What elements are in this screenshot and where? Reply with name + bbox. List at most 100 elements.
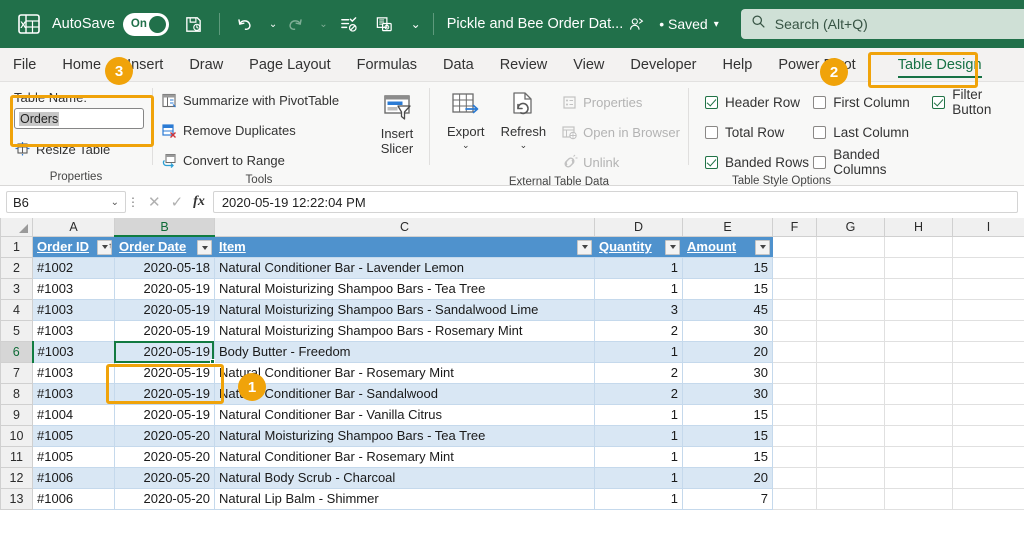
row-header-5[interactable]: 5 (0, 319, 33, 342)
cell-d5[interactable]: 2 (594, 320, 683, 342)
cell-c13[interactable]: Natural Lip Balm - Shimmer (214, 488, 595, 510)
empty-cell-f1[interactable] (772, 236, 817, 258)
checkbox-banded-columns[interactable]: Banded Columns (813, 147, 932, 177)
row-header-3[interactable]: 3 (0, 277, 33, 300)
empty-cell-h10[interactable] (884, 425, 953, 447)
empty-cell-i13[interactable] (952, 488, 1024, 510)
empty-cell-h11[interactable] (884, 446, 953, 468)
save-icon[interactable] (179, 9, 209, 39)
column-header-e[interactable]: E (682, 218, 773, 237)
refresh-dropdown-icon[interactable]: ⌄ (520, 140, 528, 149)
cell-d8[interactable]: 2 (594, 383, 683, 405)
autosave-toggle[interactable]: On (122, 12, 169, 36)
cell-a6[interactable]: #1003 (32, 341, 115, 363)
empty-cell-i9[interactable] (952, 404, 1024, 426)
checkbox-last-column[interactable]: Last Column (813, 121, 932, 143)
tab-table-design[interactable]: Table Design (885, 48, 995, 81)
empty-cell-i1[interactable] (952, 236, 1024, 258)
cell-b5[interactable]: 2020-05-19 (114, 320, 215, 342)
document-title[interactable]: Pickle and Bee Order Dat... (447, 16, 624, 32)
cell-e9[interactable]: 15 (682, 404, 773, 426)
column-header-b[interactable]: B (114, 218, 215, 237)
empty-cell-h8[interactable] (884, 383, 953, 405)
column-header-h[interactable]: H (884, 218, 953, 237)
empty-cell-i2[interactable] (952, 257, 1024, 279)
cell-e10[interactable]: 15 (682, 425, 773, 447)
empty-cell-h5[interactable] (884, 320, 953, 342)
cell-e6[interactable]: 20 (682, 341, 773, 363)
empty-cell-f12[interactable] (772, 467, 817, 489)
table-header-amount[interactable]: Amount (682, 236, 773, 258)
cell-a13[interactable]: #1006 (32, 488, 115, 510)
empty-cell-f10[interactable] (772, 425, 817, 447)
column-header-a[interactable]: A (32, 218, 115, 237)
empty-cell-f5[interactable] (772, 320, 817, 342)
empty-cell-h2[interactable] (884, 257, 953, 279)
select-all-corner[interactable] (0, 218, 33, 237)
person-share-icon[interactable] (626, 9, 646, 39)
tab-file[interactable]: File (0, 48, 49, 81)
checkbox-first-column[interactable]: First Column (813, 91, 932, 113)
cell-c7[interactable]: Natural Conditioner Bar - Rosemary Mint (214, 362, 595, 384)
row-header-10[interactable]: 10 (0, 424, 33, 447)
cell-a12[interactable]: #1006 (32, 467, 115, 489)
filter-button-order-date-icon[interactable] (197, 240, 212, 255)
name-box-dropdown-icon[interactable]: ⌄ (111, 197, 119, 208)
column-header-g[interactable]: G (816, 218, 885, 237)
tab-data[interactable]: Data (430, 48, 487, 81)
resize-table-button[interactable]: Resize Table (14, 138, 110, 161)
empty-cell-h3[interactable] (884, 278, 953, 300)
empty-cell-i8[interactable] (952, 383, 1024, 405)
cell-d12[interactable]: 1 (594, 467, 683, 489)
cell-b12[interactable]: 2020-05-20 (114, 467, 215, 489)
cell-d11[interactable]: 1 (594, 446, 683, 468)
empty-cell-g4[interactable] (816, 299, 885, 321)
more-chevron-icon[interactable]: ⌄ (411, 17, 421, 31)
undo-dropdown-icon[interactable]: ⌄ (269, 19, 277, 30)
row-header-9[interactable]: 9 (0, 403, 33, 426)
tab-help[interactable]: Help (710, 48, 766, 81)
filter-button-quantity-icon[interactable] (665, 239, 680, 255)
empty-cell-f11[interactable] (772, 446, 817, 468)
row-header-2[interactable]: 2 (0, 256, 33, 279)
name-box[interactable]: B6 ⌄ (6, 191, 126, 213)
cell-e11[interactable]: 15 (682, 446, 773, 468)
cell-c11[interactable]: Natural Conditioner Bar - Rosemary Mint (214, 446, 595, 468)
cell-c3[interactable]: Natural Moisturizing Shampoo Bars - Tea … (214, 278, 595, 300)
cell-d10[interactable]: 1 (594, 425, 683, 447)
cell-d2[interactable]: 1 (594, 257, 683, 279)
camera-icon[interactable] (370, 9, 400, 39)
empty-cell-g8[interactable] (816, 383, 885, 405)
row-header-12[interactable]: 12 (0, 466, 33, 489)
row-header-11[interactable]: 11 (0, 445, 33, 468)
empty-cell-f3[interactable] (772, 278, 817, 300)
checkbox-filter-button[interactable]: Filter Button (932, 87, 1016, 117)
table-header-order-id[interactable]: Order ID ↑ (32, 236, 115, 258)
table-header-item[interactable]: Item (214, 236, 595, 258)
column-header-c[interactable]: C (214, 218, 595, 237)
empty-cell-g1[interactable] (816, 236, 885, 258)
empty-cell-i7[interactable] (952, 362, 1024, 384)
empty-cell-f9[interactable] (772, 404, 817, 426)
cell-d7[interactable]: 2 (594, 362, 683, 384)
cancel-x-icon[interactable]: ✕ (148, 193, 161, 211)
cell-c5[interactable]: Natural Moisturizing Shampoo Bars - Rose… (214, 320, 595, 342)
cell-c10[interactable]: Natural Moisturizing Shampoo Bars - Tea … (214, 425, 595, 447)
column-header-f[interactable]: F (772, 218, 817, 237)
cell-d4[interactable]: 3 (594, 299, 683, 321)
cell-e12[interactable]: 20 (682, 467, 773, 489)
row-header-4[interactable]: 4 (0, 298, 33, 321)
convert-to-range-button[interactable]: Convert to Range (161, 149, 285, 172)
tab-page-layout[interactable]: Page Layout (236, 48, 343, 81)
tab-review[interactable]: Review (487, 48, 561, 81)
cell-d6[interactable]: 1 (594, 341, 683, 363)
empty-cell-f6[interactable] (772, 341, 817, 363)
empty-cell-g6[interactable] (816, 341, 885, 363)
tab-power-pivot[interactable]: Power Pivot (765, 48, 868, 81)
empty-cell-i12[interactable] (952, 467, 1024, 489)
cell-b9[interactable]: 2020-05-19 (114, 404, 215, 426)
cell-b11[interactable]: 2020-05-20 (114, 446, 215, 468)
remove-duplicates-button[interactable]: Remove Duplicates (161, 119, 296, 142)
empty-cell-g9[interactable] (816, 404, 885, 426)
cell-c12[interactable]: Natural Body Scrub - Charcoal (214, 467, 595, 489)
